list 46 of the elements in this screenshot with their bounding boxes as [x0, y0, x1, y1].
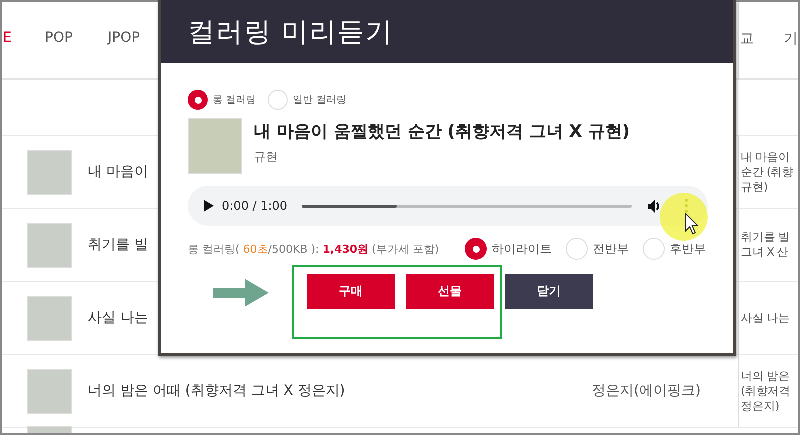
- song-title[interactable]: 취기를 빌: [88, 236, 148, 254]
- genre-tab[interactable]: JPOP: [108, 30, 140, 46]
- genre-tab[interactable]: 기: [784, 30, 798, 48]
- dialog-title: 컬러링 미리듣기: [188, 16, 394, 50]
- radio-button[interactable]: [566, 238, 588, 260]
- artist-name: 정은지(에이핑크): [592, 382, 701, 400]
- radio-button[interactable]: [268, 90, 288, 110]
- album-text: 규현): [741, 180, 768, 194]
- radio-label: 후반부: [670, 240, 706, 258]
- radio-button[interactable]: [188, 90, 208, 110]
- album-text: 사실 나는: [741, 310, 790, 326]
- radio-label: 하이라이트: [492, 240, 552, 258]
- buy-button[interactable]: 구매: [307, 274, 395, 309]
- album-text: 그녀 X 산: [741, 245, 789, 260]
- song-title[interactable]: 내 마음이: [88, 163, 148, 181]
- genre-tab[interactable]: POP: [45, 30, 73, 46]
- album-cover: [27, 150, 72, 194]
- album-cover: [27, 368, 72, 414]
- song-title[interactable]: 사실 나는: [88, 309, 148, 327]
- radio-label: 롱 컬러링: [213, 94, 256, 107]
- arrow-icon: [213, 279, 269, 307]
- song-title[interactable]: 너의 밤은 어때 (취향저격 그녀 X 정은지): [88, 382, 346, 400]
- song-title: 내 마음이 움찔했던 순간 (취향저격 그녀 X 규현): [254, 121, 630, 143]
- radio-button[interactable]: [643, 238, 665, 260]
- artist-name: 규현: [254, 149, 279, 166]
- album-cover: [27, 222, 72, 268]
- progress-track[interactable]: [302, 204, 632, 208]
- mouse-cursor-icon: [685, 213, 699, 235]
- price-info: 롱 컬러링( 60초/500KB ): 1,430원 (부가세 포함): [188, 242, 440, 256]
- album-text: 내 마음이: [741, 150, 790, 164]
- playback-time: 0:00 / 1:00: [222, 199, 288, 213]
- genre-tab[interactable]: E: [3, 30, 12, 46]
- radio-button[interactable]: [465, 238, 487, 260]
- gift-button[interactable]: 선물: [406, 274, 494, 309]
- close-button[interactable]: 닫기: [505, 274, 593, 309]
- album-text: 취기를 빌: [741, 230, 790, 245]
- genre-tab[interactable]: 교: [740, 30, 754, 48]
- album-text: 너의 밤은: [741, 368, 790, 384]
- album-text: 정은지): [741, 398, 780, 414]
- radio-label: 전반부: [593, 240, 629, 258]
- radio-label: 일반 컬러링: [293, 94, 346, 107]
- album-text: (취향저격: [741, 384, 790, 398]
- play-icon[interactable]: [204, 200, 214, 212]
- album-cover: [188, 118, 242, 174]
- album-text: 순간 (취향: [741, 164, 794, 180]
- album-cover: [27, 296, 72, 340]
